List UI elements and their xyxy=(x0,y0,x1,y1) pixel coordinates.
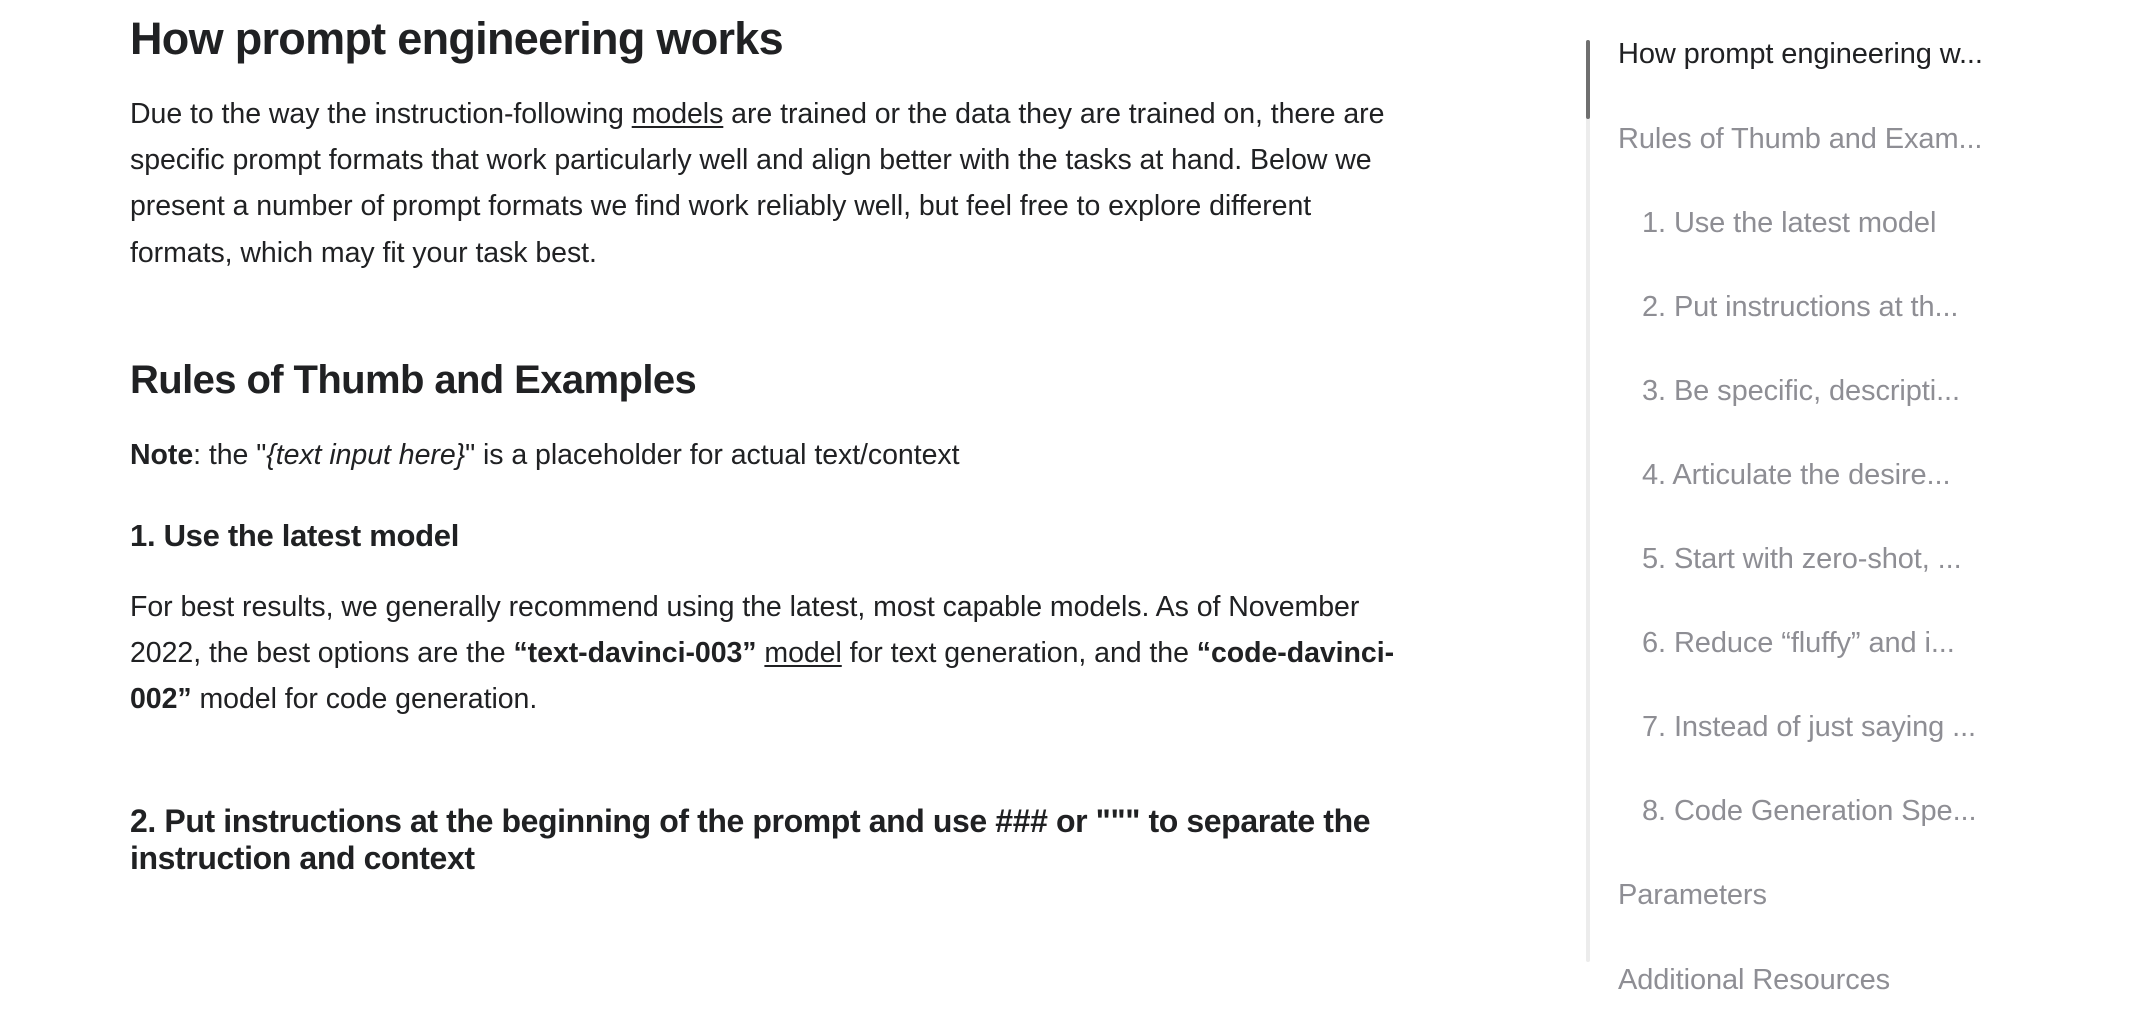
table-of-contents: How prompt engineering w... Rules of Thum… xyxy=(1586,40,2106,995)
page-title: How prompt engineering works xyxy=(130,13,784,64)
subsection-heading-rule-2: 2. Put instructions at the beginning of … xyxy=(130,802,1371,877)
intro-paragraph: Due to the way the instruction-following… xyxy=(130,91,1415,276)
toc-spacer xyxy=(1618,69,2088,125)
rule-1-text-3: model for code generation. xyxy=(191,683,538,716)
toc-spacer xyxy=(1618,322,2088,377)
section-heading-rules: Rules of Thumb and Examples xyxy=(130,357,697,402)
toc-item-6[interactable]: 4. Articulate the desire... xyxy=(1618,461,2088,490)
note-placeholder: {text input here} xyxy=(266,438,466,471)
toc-list: How prompt engineering w... Rules of Thum… xyxy=(1618,40,2088,995)
model-link[interactable]: model xyxy=(764,637,841,669)
toc-item-4[interactable]: 2. Put instructions at th... xyxy=(1618,293,2088,322)
toc-item-8[interactable]: 6. Reduce “fluffy” and i... xyxy=(1618,629,2088,658)
models-link[interactable]: models xyxy=(632,98,724,130)
toc-spacer xyxy=(1618,574,2088,629)
toc-spacer xyxy=(1618,826,2088,881)
toc-spacer xyxy=(1618,742,2088,797)
intro-text-before-link: Due to the way the instruction-following xyxy=(130,98,632,131)
toc-spacer xyxy=(1618,406,2088,461)
rule-1-text-2: for text generation, and the xyxy=(841,637,1197,670)
toc-item-1[interactable]: How prompt engineering w... xyxy=(1618,40,2088,69)
rule-1-paragraph: For best results, we generally recommend… xyxy=(130,584,1415,722)
toc-item-9[interactable]: 7. Instead of just saying ... xyxy=(1618,713,2088,742)
toc-spacer xyxy=(1618,910,2088,966)
documentation-page: How prompt engineering works Due to the … xyxy=(0,0,2130,1018)
toc-item-12[interactable]: Additional Resources xyxy=(1618,966,2088,995)
toc-item-3[interactable]: 1. Use the latest model xyxy=(1618,209,2088,238)
toc-spacer xyxy=(1618,238,2088,293)
toc-item-5[interactable]: 3. Be specific, descripti... xyxy=(1618,377,2088,406)
toc-rail-active-indicator xyxy=(1586,40,1590,119)
toc-spacer xyxy=(1618,658,2088,713)
subsection-heading-rule-1: 1. Use the latest model xyxy=(130,517,460,553)
text-davinci-003-name: “text-davinci-003” xyxy=(513,637,757,670)
toc-item-11[interactable]: Parameters xyxy=(1618,881,2088,910)
note-label: Note xyxy=(130,438,194,471)
note-text-2: " is a placeholder for actual text/conte… xyxy=(465,438,960,471)
toc-rail-track xyxy=(1586,40,1590,962)
toc-spacer xyxy=(1618,490,2088,545)
note-paragraph: Note: the "{text input here}" is a place… xyxy=(130,432,1415,478)
toc-item-7[interactable]: 5. Start with zero-shot, ... xyxy=(1618,545,2088,574)
toc-spacer xyxy=(1618,154,2088,209)
toc-item-10[interactable]: 8. Code Generation Spe... xyxy=(1618,797,2088,826)
toc-item-2[interactable]: Rules of Thumb and Exam... xyxy=(1618,125,2088,154)
article-content: How prompt engineering works Due to the … xyxy=(130,0,1415,878)
note-text-1: : the " xyxy=(193,438,267,471)
